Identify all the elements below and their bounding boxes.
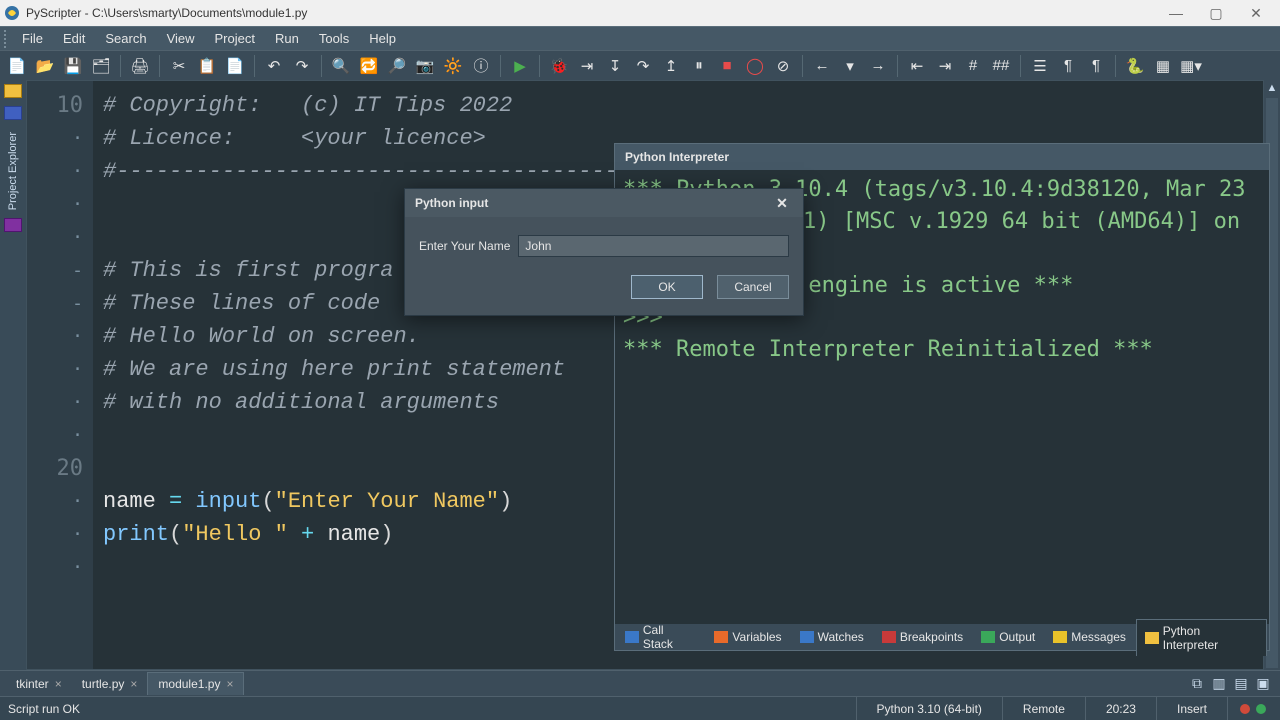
tab-breakpoints[interactable]: Breakpoints [874, 626, 971, 648]
tab-watches[interactable]: Watches [792, 626, 872, 648]
dialog-cancel-button[interactable]: Cancel [717, 275, 789, 299]
python-input-dialog: Python input ✕ Enter Your Name OK Cancel [404, 188, 804, 316]
run-icon[interactable]: ▶ [509, 55, 531, 77]
tab-output[interactable]: Output [973, 626, 1043, 648]
menubar-handle[interactable] [4, 30, 10, 48]
run-to-cursor-icon[interactable]: ⇥ [576, 55, 598, 77]
dialog-label: Enter Your Name [419, 239, 510, 253]
copy-icon[interactable]: 📋 [196, 55, 218, 77]
dialog-ok-button[interactable]: OK [631, 275, 703, 299]
print-icon[interactable]: 🖨 [129, 55, 151, 77]
menu-view[interactable]: View [157, 28, 205, 49]
comment-icon[interactable]: # [962, 55, 984, 77]
window-title: PyScripter - C:\Users\smarty\Documents\m… [26, 6, 307, 20]
tab-call-stack[interactable]: Call Stack [617, 619, 704, 655]
tab-messages[interactable]: Messages [1045, 626, 1134, 648]
status-remote[interactable]: Remote [1002, 697, 1085, 720]
redo-icon[interactable]: ↷ [291, 55, 313, 77]
left-dock: Project Explorer [0, 80, 26, 670]
menu-project[interactable]: Project [205, 28, 265, 49]
tab-python-interpreter[interactable]: Python Interpreter [1136, 619, 1267, 656]
nav-forward-icon[interactable]: → [867, 55, 889, 77]
dialog-close-button[interactable]: ✕ [771, 195, 793, 212]
scroll-up-icon[interactable]: ▲ [1267, 80, 1278, 96]
menu-help[interactable]: Help [359, 28, 406, 49]
tab-overflow-icon[interactable]: ⧉ [1186, 674, 1208, 694]
whitespace-icon[interactable]: ¶ [1057, 55, 1079, 77]
gutter: 10 · · · · - - · · · · 20 · · · [27, 81, 93, 669]
window-close-button[interactable]: ✕ [1236, 1, 1276, 25]
debug-icon[interactable]: 🐞 [548, 55, 570, 77]
dock-icon-3[interactable] [4, 218, 22, 232]
highlight-icon[interactable]: 🔆 [442, 55, 464, 77]
layout-icon[interactable]: ▦ [1152, 55, 1174, 77]
close-icon[interactable]: × [55, 677, 62, 691]
toolbar: 📄 📂 💾 🗂 🖨 ✂ 📋 📄 ↶ ↷ 🔍 🔁 🔎 📷 🔆 ⓘ ▶ 🐞 ⇥ ↧ … [0, 50, 1280, 80]
interpreter-tabs: Call Stack Variables Watches Breakpoints… [615, 624, 1269, 650]
cut-icon[interactable]: ✂ [168, 55, 190, 77]
find-in-files-icon[interactable]: 📷 [414, 55, 436, 77]
python-icon[interactable]: 🐍 [1124, 55, 1146, 77]
step-out-icon[interactable]: ↥ [660, 55, 682, 77]
status-message: Script run OK [8, 697, 100, 720]
window-maximize-button[interactable]: ▢ [1196, 1, 1236, 25]
interpreter-title[interactable]: Python Interpreter [615, 144, 1269, 170]
info-icon[interactable]: ⓘ [470, 55, 492, 77]
replace-icon[interactable]: 🔁 [358, 55, 380, 77]
layout-dropdown-icon[interactable]: ▦▾ [1180, 55, 1202, 77]
paste-icon[interactable]: 📄 [224, 55, 246, 77]
nav-back-icon[interactable]: ← [811, 55, 833, 77]
menubar: File Edit Search View Project Run Tools … [0, 26, 1280, 50]
tab-variables[interactable]: Variables [706, 626, 789, 648]
tab-arrange-icon[interactable]: ▥ [1208, 674, 1230, 694]
window-minimize-button[interactable]: — [1156, 1, 1196, 25]
menu-tools[interactable]: Tools [309, 28, 359, 49]
toggle-breakpoint-icon[interactable]: ◯ [744, 55, 766, 77]
main-area: Project Explorer 10 · · · · - - · · · · … [0, 80, 1280, 670]
status-led-red [1240, 704, 1250, 714]
app-icon [4, 5, 20, 21]
tab-turtle[interactable]: turtle.py× [72, 673, 148, 695]
save-icon[interactable]: 💾 [62, 55, 84, 77]
status-position: 20:23 [1085, 697, 1156, 720]
step-into-icon[interactable]: ↧ [604, 55, 626, 77]
save-all-icon[interactable]: 🗂 [90, 55, 112, 77]
menu-search[interactable]: Search [95, 28, 156, 49]
document-tabs: tkinter× turtle.py× module1.py× ⧉ ▥ ▤ ▣ [0, 670, 1280, 696]
linewrap-icon[interactable]: ☰ [1029, 55, 1051, 77]
status-python[interactable]: Python 3.10 (64-bit) [856, 697, 1002, 720]
uncomment-icon[interactable]: ## [990, 55, 1012, 77]
close-icon[interactable]: × [130, 677, 137, 691]
status-led-green [1256, 704, 1266, 714]
dock-icon-1[interactable] [4, 84, 22, 98]
menu-file[interactable]: File [12, 28, 53, 49]
tab-tkinter[interactable]: tkinter× [6, 673, 72, 695]
statusbar: Script run OK Python 3.10 (64-bit) Remot… [0, 696, 1280, 720]
tab-split-icon[interactable]: ▤ [1230, 674, 1252, 694]
outdent-icon[interactable]: ⇥ [934, 55, 956, 77]
special-chars-icon[interactable]: ¶ [1085, 55, 1107, 77]
dialog-input[interactable] [518, 235, 789, 257]
indent-icon[interactable]: ⇤ [906, 55, 928, 77]
menu-edit[interactable]: Edit [53, 28, 95, 49]
new-file-icon[interactable]: 📄 [6, 55, 28, 77]
step-over-icon[interactable]: ↷ [632, 55, 654, 77]
undo-icon[interactable]: ↶ [263, 55, 285, 77]
close-icon[interactable]: × [226, 677, 233, 691]
search-icon[interactable]: 🔍 [330, 55, 352, 77]
clear-breakpoints-icon[interactable]: ⊘ [772, 55, 794, 77]
search-next-icon[interactable]: 🔎 [386, 55, 408, 77]
pause-icon[interactable]: ⏸ [688, 55, 710, 77]
open-file-icon[interactable]: 📂 [34, 55, 56, 77]
tab-module1[interactable]: module1.py× [147, 672, 244, 695]
stop-icon[interactable]: ■ [716, 55, 738, 77]
nav-dropdown-icon[interactable]: ▾ [839, 55, 861, 77]
tab-max-icon[interactable]: ▣ [1252, 674, 1274, 694]
status-insert[interactable]: Insert [1156, 697, 1227, 720]
dock-icon-2[interactable] [4, 106, 22, 120]
menu-run[interactable]: Run [265, 28, 309, 49]
dialog-title: Python input [415, 196, 488, 210]
project-explorer-tab[interactable]: Project Explorer [7, 132, 19, 210]
window-titlebar: PyScripter - C:\Users\smarty\Documents\m… [0, 0, 1280, 26]
